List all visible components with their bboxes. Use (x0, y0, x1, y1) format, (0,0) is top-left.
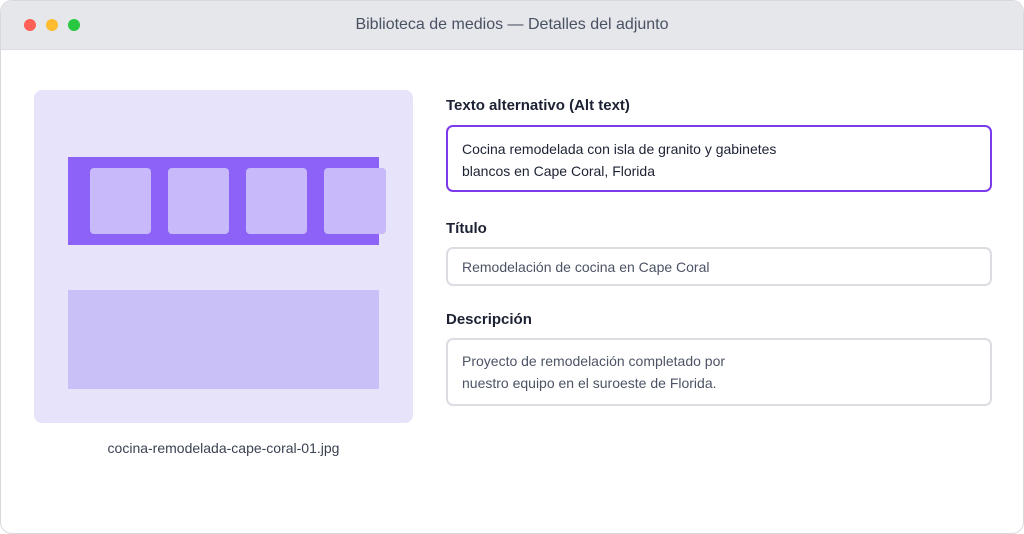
preview-content-block (68, 290, 379, 389)
alt-text-line: blancos en Cape Coral, Florida (462, 163, 655, 179)
preview-tile (168, 168, 229, 234)
description-input[interactable]: Proyecto de remodelación completado por … (446, 338, 992, 406)
preview-tile (246, 168, 307, 234)
window-title: Biblioteca de medios — Detalles del adju… (355, 16, 669, 33)
image-preview (34, 90, 413, 423)
preview-tile (90, 168, 151, 234)
title-label: Título (446, 220, 487, 237)
title-input[interactable]: Remodelación de cocina en Cape Coral (446, 247, 992, 286)
file-name: cocina-remodelada-cape-coral-01.jpg (107, 440, 340, 456)
preview-tile (324, 168, 386, 234)
alt-text-input[interactable]: Cocina remodelada con isla de granito y … (446, 125, 992, 192)
alt-text-label: Texto alternativo (Alt text) (446, 97, 630, 114)
attachment-details-window: Biblioteca de medios — Detalles del adju… (0, 0, 1024, 534)
description-label: Descripción (446, 311, 532, 328)
preview-banner (68, 157, 386, 245)
title-value: Remodelación de cocina en Cape Coral (462, 259, 710, 275)
title-bar: Biblioteca de medios — Detalles del adju… (1, 1, 1023, 50)
description-line: nuestro equipo en el suroeste de Florida… (462, 375, 717, 391)
alt-text-line: Cocina remodelada con isla de granito y … (462, 141, 777, 157)
description-line: Proyecto de remodelación completado por (462, 353, 726, 369)
